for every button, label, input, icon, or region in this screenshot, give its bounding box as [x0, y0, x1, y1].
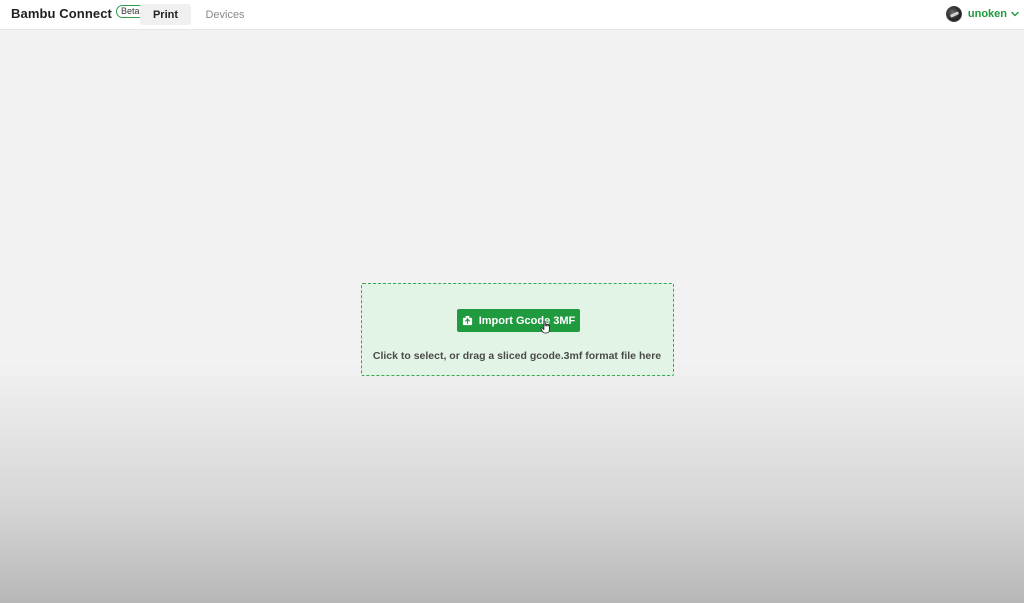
- app-brand: Bambu Connect Beta: [11, 5, 145, 21]
- file-dropzone[interactable]: Import Gcode 3MF Click to select, or dra…: [361, 283, 674, 376]
- tab-print[interactable]: Print: [140, 4, 191, 25]
- upload-icon: [462, 315, 472, 326]
- chevron-down-icon[interactable]: [1010, 9, 1020, 19]
- dropzone-hint: Click to select, or drag a sliced gcode.…: [372, 350, 662, 362]
- hand-cursor-icon: [540, 320, 550, 334]
- top-bar: Bambu Connect Beta Print Devices unoken: [0, 0, 1024, 30]
- tab-devices[interactable]: Devices: [198, 4, 252, 25]
- avatar[interactable]: [945, 6, 962, 22]
- user-menu[interactable]: unoken: [945, 5, 1020, 23]
- import-gcode-3mf-button[interactable]: Import Gcode 3MF: [457, 309, 580, 332]
- app-title: Bambu Connect: [11, 6, 112, 21]
- import-button-label: Import Gcode 3MF: [478, 314, 576, 327]
- user-name[interactable]: unoken: [968, 8, 1007, 20]
